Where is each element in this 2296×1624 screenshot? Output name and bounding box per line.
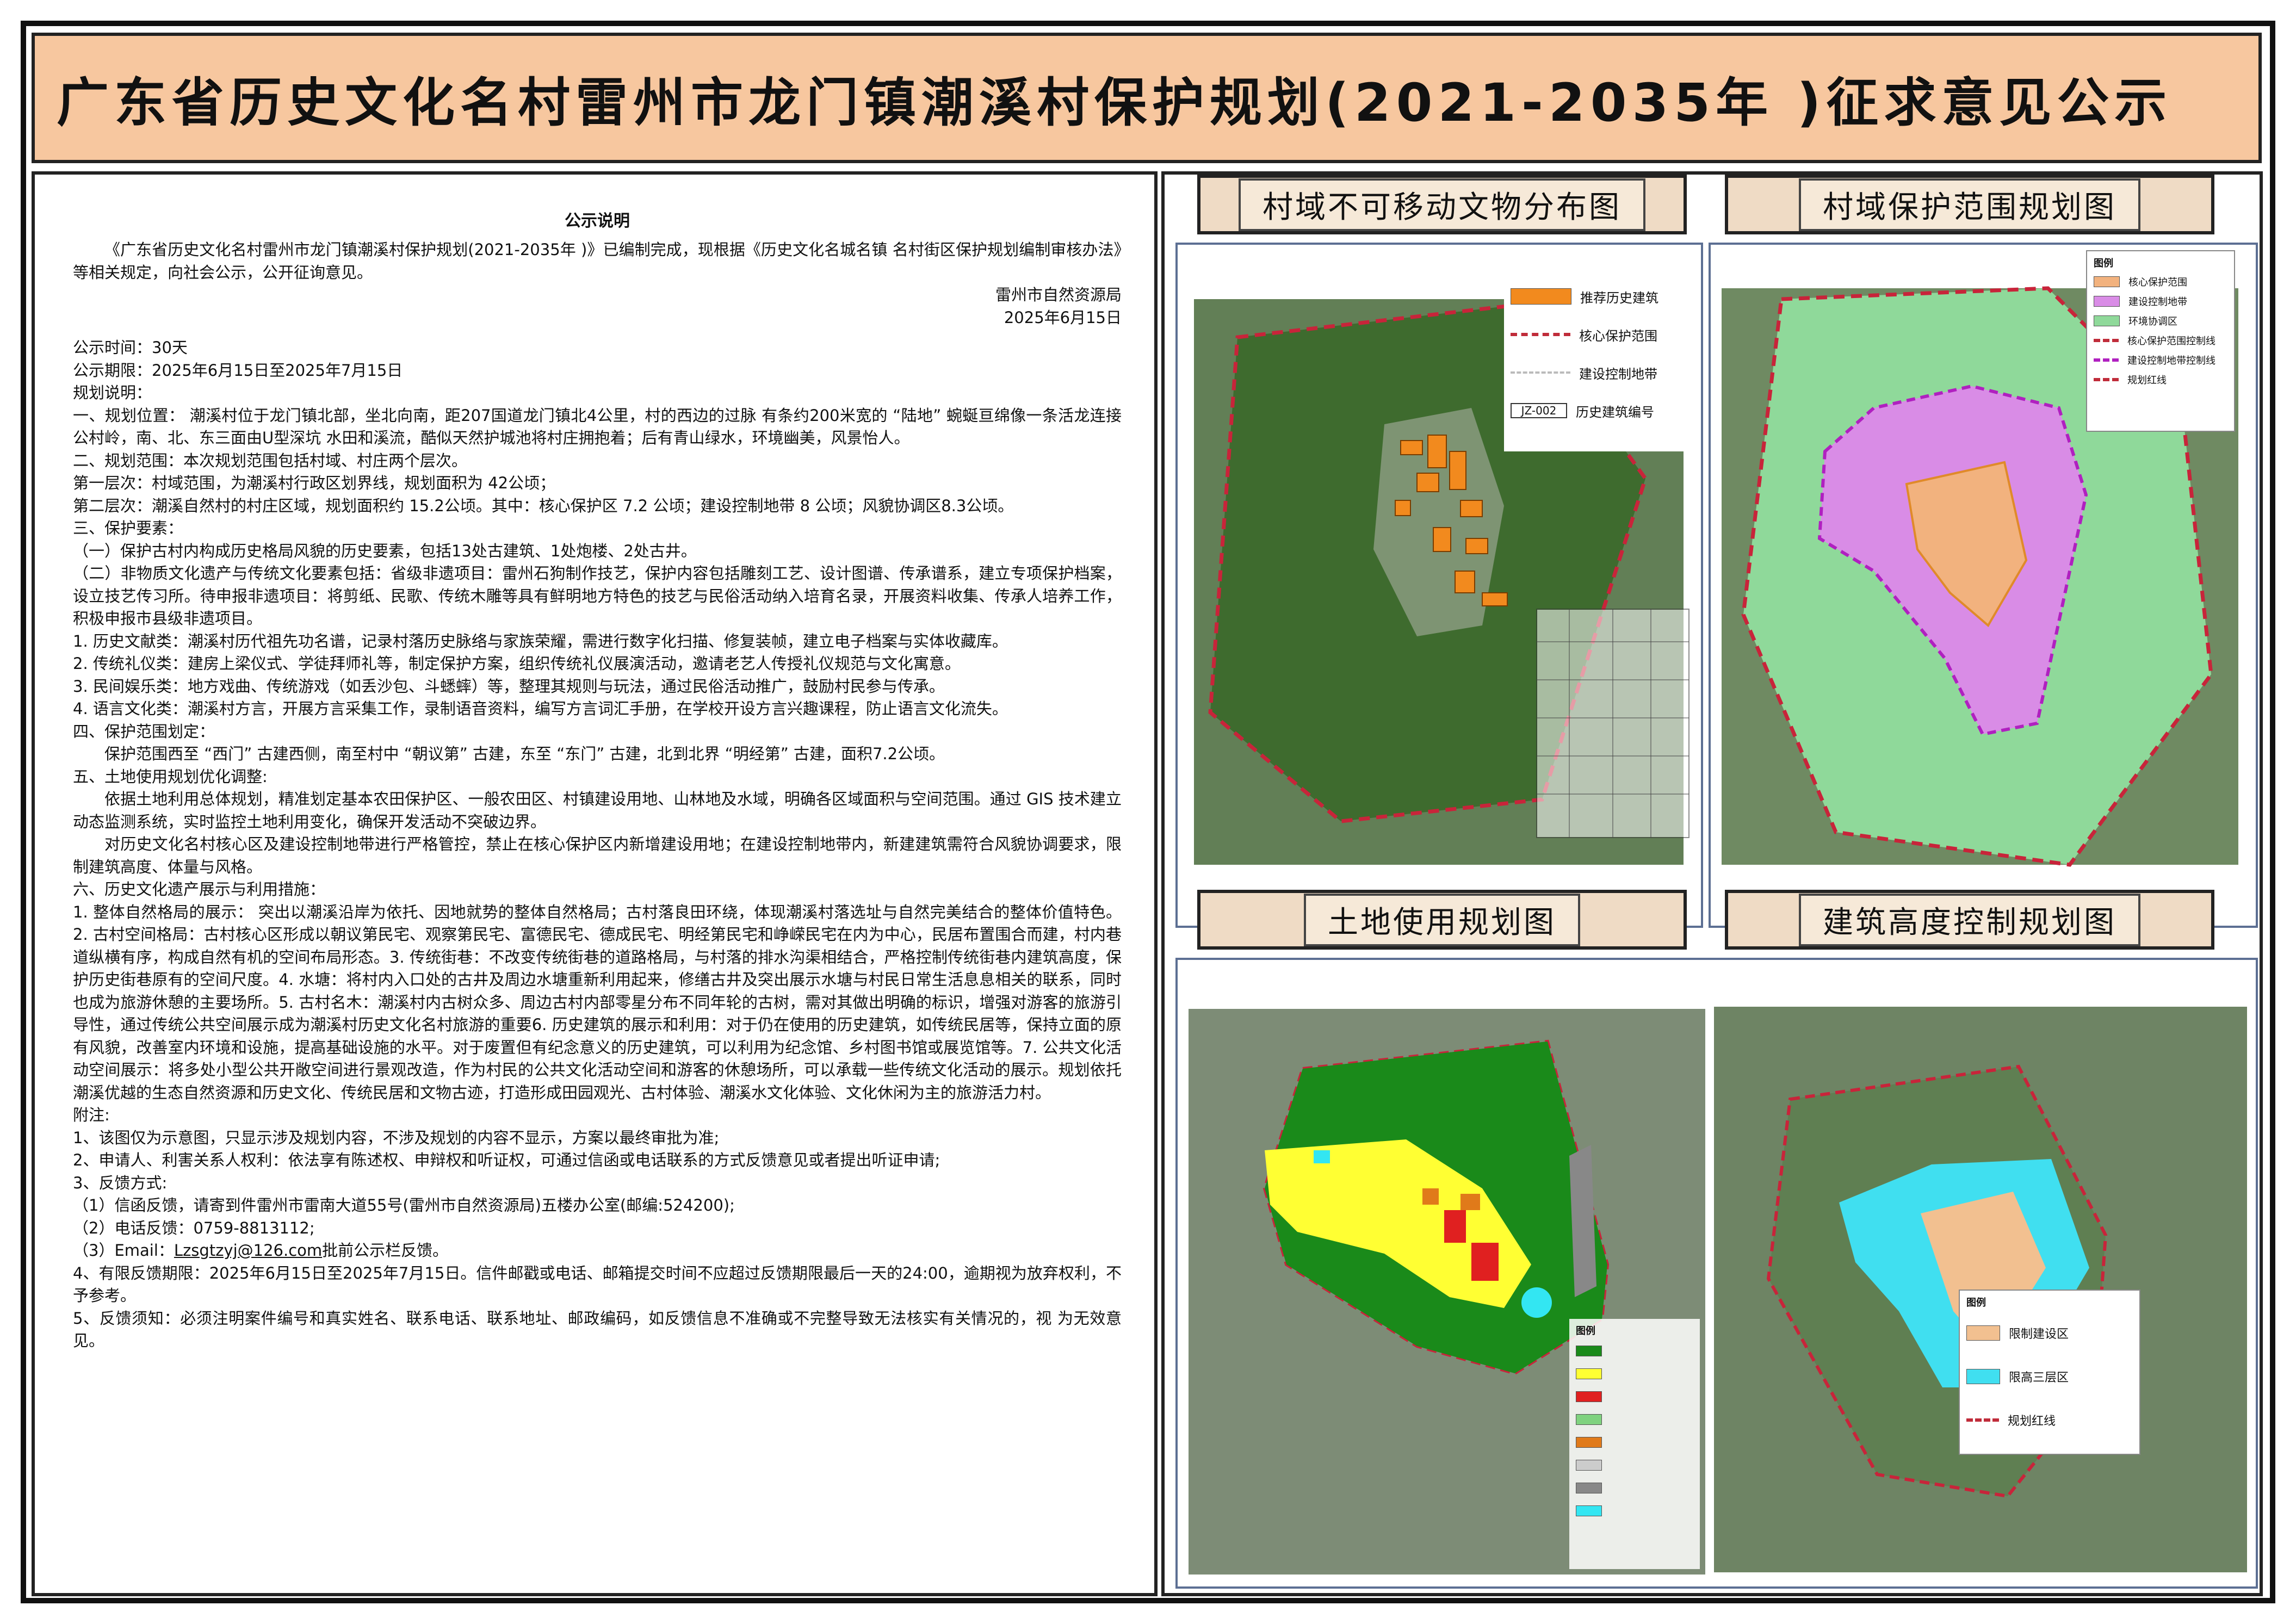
notice-line: 1. 历史文献类：潮溪村历代祖先功名谱，记录村落历史脉络与家族荣耀，需进行数字化… xyxy=(73,631,1008,650)
map1-legend: 推荐历史建筑 核心保护范围 建设控制地带 JZ-002 历史建筑编号 xyxy=(1504,277,1689,451)
map3-legend-swatch xyxy=(1569,1477,1700,1499)
notice-line: 公示时间：30天 xyxy=(73,338,188,357)
display-paragraph: 1. 整体自然格局的展示： 突出以潮溪沿岸为依托、因地就势的整体自然格局；古村落… xyxy=(73,902,1122,1102)
map1-title: 村域不可移动文物分布图 xyxy=(1239,178,1645,231)
map3-legend-swatch xyxy=(1569,1431,1700,1454)
notice-lines: 公示时间：30天公示期限：2025年6月15日至2025年7月15日 规划说明： 一… xyxy=(73,337,1122,743)
notice-line: （2）电话反馈：0759-8813112; xyxy=(73,1218,315,1237)
map1-legend-core: 核心保护范围 xyxy=(1504,315,1689,354)
notice-line: 第一层次：村域范围，为潮溪村行政区划界线，规划面积为 42公顷； xyxy=(73,474,556,492)
email-link[interactable]: Lzsgtzyj@126.com xyxy=(174,1241,322,1260)
map1-legend-building: 推荐历史建筑 xyxy=(1504,277,1689,315)
page-title: 广东省历史文化名村雷州市龙门镇潮溪村保护规划(2021-2035年 )征求意见公… xyxy=(57,72,2173,133)
map4-title-bar: 建筑高度控制规划图 xyxy=(1725,890,2214,950)
land-paragraph-2: 对历史文化名村核心区及建设控制地带进行严格管控，禁止在核心保护区内新增建设用地；… xyxy=(73,835,1122,876)
map2-legend-red-line: 规划红线 xyxy=(2087,370,2234,389)
email-suffix: 批前公示栏反馈。 xyxy=(322,1241,449,1260)
notice-line: 公示期限：2025年6月15日至2025年7月15日 xyxy=(73,361,403,380)
map2-title: 村域保护范围规划图 xyxy=(1799,178,2140,231)
notice-line: 4、有限反馈期限：2025年6月15日至2025年7月15日。信件邮戳或电话、邮… xyxy=(73,1263,1122,1305)
notice-intro: 《广东省历史文化名村雷州市龙门镇潮溪村保护规划(2021-2035年 )》已编制… xyxy=(73,240,1122,282)
protection-scope: 保护范围西至 “西门” 古建西侧，南至村中 “朝议第” 古建，东至 “东门” 古… xyxy=(104,745,945,763)
map2-legend-env: 环境协调区 xyxy=(2087,311,2234,331)
map2-legend-control: 建设控制地带 xyxy=(2087,292,2234,311)
map1-panel: 推荐历史建筑 核心保护范围 建设控制地带 JZ-002 历史建筑编号 xyxy=(1175,243,1703,928)
map4-legend-red-line: 规划红线 xyxy=(1960,1398,2139,1442)
notice-line: 四、保护范围划定： xyxy=(73,722,215,741)
map4-title: 建筑高度控制规划图 xyxy=(1799,893,2140,946)
map4-legend-three: 限高三层区 xyxy=(1960,1355,2139,1398)
notice-line: 5、反馈须知：必须注明案件编号和真实姓名、联系电话、联系地址、邮政编码，如反馈信… xyxy=(73,1309,1122,1350)
notice-issuer: 雷州市自然资源局 xyxy=(995,286,1122,304)
map2-title-bar: 村域保护范围规划图 xyxy=(1725,175,2214,234)
land-paragraph-1: 依据土地利用总体规划，精准划定基本农田保护区、一般农田区、村镇建设用地、山林地及… xyxy=(73,790,1122,831)
map3-legend-swatch xyxy=(1569,1340,1700,1362)
notice-line: 2、申请人、利害关系人权利：依法享有陈述权、申辩权和听证权，可通过信函或电话联系… xyxy=(73,1151,940,1169)
map3-legend-title: 图例 xyxy=(1576,1325,1595,1337)
notice-line: 二、规划范围：本次规划范围包括村域、村庄两个层次。 xyxy=(73,451,468,470)
notice-line: 规划说明： xyxy=(73,383,152,402)
map3-legend-swatch xyxy=(1569,1408,1700,1431)
notice-line: 2. 传统礼仪类：建房上梁仪式、学徒拜师礼等，制定保护方案，组织传统礼仪展演活动… xyxy=(73,654,961,673)
map2-legend-core: 核心保护范围 xyxy=(2087,272,2234,292)
map2-panel: 图例 核心保护范围 建设控制地带 环境协调区 核心保护范围控制线 建设控制地带控… xyxy=(1709,243,2258,928)
map4-legend-limit: 限制建设区 xyxy=(1960,1311,2139,1355)
notice-line: （1）信函反馈，请寄到件雷州市雷南大道55号(雷州市自然资源局)五楼办公室(邮编… xyxy=(73,1196,735,1214)
map2-legend-core-line: 核心保护范围控制线 xyxy=(2087,331,2234,350)
map4-legend: 图例 限制建设区 限高三层区 规划红线 xyxy=(1959,1290,2140,1455)
map3-legend-swatch xyxy=(1569,1454,1700,1477)
notice-line: 3. 民间娱乐类：地方戏曲、传统游戏（如丢沙包、斗蟋蟀）等，整理其规则与玩法，通… xyxy=(73,677,945,696)
notice-line: 3、反馈方式: xyxy=(73,1173,168,1192)
map1-legend-control: 建设控制地带 xyxy=(1504,354,1689,392)
notice-date: 2025年6月15日 xyxy=(1004,308,1122,327)
notes-block: 附注: 1、该图仅为示意图，只显示涉及规划内容，不涉及规划的内容不显示，方案以最终… xyxy=(73,1104,1122,1239)
maps-area: 村域不可移动文物分布图 推荐历史建筑 核心保护范围 建设控制地带 JZ-002 … xyxy=(1161,171,2263,1596)
map4-legend-title: 图例 xyxy=(1966,1297,1986,1309)
notice-line: （二）非物质文化遗产与传统文化要素包括：省级非遗项目：雷州石狗制作技艺，保护内容… xyxy=(73,564,1122,628)
notice-panel: 公示说明 《广东省历史文化名村雷州市龙门镇潮溪村保护规划(2021-2035年 … xyxy=(32,171,1158,1596)
map2-legend: 图例 核心保护范围 建设控制地带 环境协调区 核心保护范围控制线 建设控制地带控… xyxy=(2086,250,2235,432)
notes-block-2: 4、有限反馈期限：2025年6月15日至2025年7月15日。信件邮戳或电话、邮… xyxy=(73,1262,1122,1353)
map3-legend: 图例 xyxy=(1569,1319,1700,1569)
map3-title-bar: 土地使用规划图 xyxy=(1197,890,1687,950)
map2-legend-control-line: 建设控制地带控制线 xyxy=(2087,350,2234,370)
notice-line: 三、保护要素： xyxy=(73,519,184,537)
header-banner: 广东省历史文化名村雷州市龙门镇潮溪村保护规划(2021-2035年 )征求意见公… xyxy=(32,33,2262,163)
map1-title-bar: 村域不可移动文物分布图 xyxy=(1197,175,1687,234)
map3-legend-swatch xyxy=(1569,1385,1700,1408)
map3-legend-swatch xyxy=(1569,1362,1700,1385)
email-prefix: （3）Email： xyxy=(73,1241,174,1260)
notice-line: （一）保护古村内构成历史格局风貌的历史要素，包括13处古建筑、1处炮楼、2处古井… xyxy=(73,541,697,560)
display-heading: 六、历史文化遗产展示与利用措施： xyxy=(73,880,326,898)
map3-legend-swatch xyxy=(1569,1499,1700,1522)
land-heading: 五、土地使用规划优化调整: xyxy=(73,767,268,786)
email-line: （3）Email：Lzsgtzyj@126.com批前公示栏反馈。 xyxy=(73,1239,1122,1262)
map3-title: 土地使用规划图 xyxy=(1304,893,1580,946)
notice-heading: 公示说明 xyxy=(565,212,630,231)
map1-legend-code: JZ-002 历史建筑编号 xyxy=(1504,392,1689,430)
notice-line: 第二层次：潮溪自然村的村庄区域，规划面积约 15.2公顷。其中：核心保护区 7.… xyxy=(73,496,1014,515)
map2-legend-title: 图例 xyxy=(2094,258,2113,269)
notice-line: 4. 语言文化类：潮溪村方言，开展方言采集工作，录制语音资料，编写方言词汇手册，… xyxy=(73,699,1008,718)
notice-line: 一、规划位置： 潮溪村位于龙门镇北部，坐北向南，距207国道龙门镇北4公里，村的… xyxy=(73,406,1122,448)
notice-line: 附注: xyxy=(73,1106,110,1124)
notice-line: 1、该图仅为示意图，只显示涉及规划内容，不涉及规划的内容不显示，方案以最终审批为… xyxy=(73,1128,720,1147)
